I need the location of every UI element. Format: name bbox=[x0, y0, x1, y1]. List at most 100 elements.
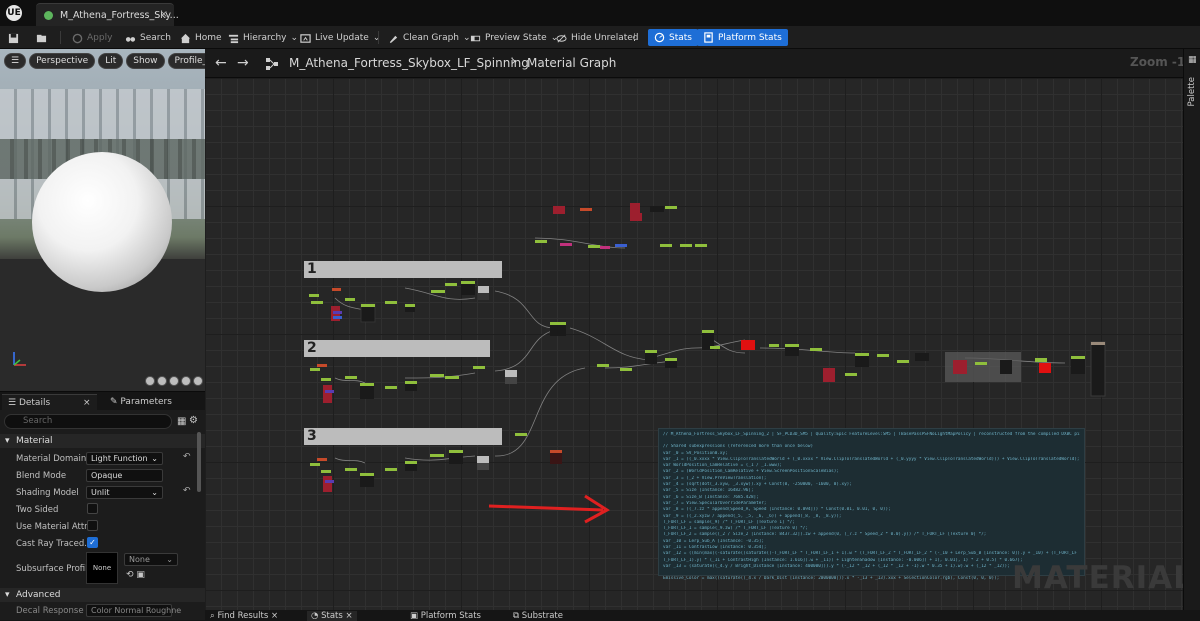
prop-label: Material Domain bbox=[16, 454, 87, 464]
main-toolbar: Apply Search Home Hierarchy ⌄ Live Updat… bbox=[0, 26, 1200, 49]
subsurface-thumbnail[interactable]: None bbox=[86, 552, 118, 584]
hide-unrelated-label: Hide Unrelated bbox=[571, 33, 639, 43]
graph-icon bbox=[266, 58, 278, 70]
search-label: Search bbox=[140, 33, 171, 43]
breadcrumb-graph[interactable]: Material Graph bbox=[527, 56, 616, 70]
preview-state-icon bbox=[470, 35, 481, 41]
use-selected-icon[interactable]: ⟲ ▣ bbox=[126, 570, 145, 580]
profile-button[interactable]: Profile_FN (S bbox=[167, 53, 205, 69]
blend-mode-dropdown[interactable]: Opaque bbox=[86, 469, 163, 482]
material-domain-dropdown[interactable]: Light Function ⌄ bbox=[86, 452, 163, 465]
material-asset-icon bbox=[44, 11, 53, 20]
prop-label: Use Material Attri... bbox=[16, 522, 99, 532]
live-update-icon bbox=[300, 33, 311, 43]
code-line: var _12 = ((min(max((-saturate((saturate… bbox=[663, 551, 1077, 557]
bottom-tab-bar: ⌕ Find Results × ◔ Stats × ▣ Platform St… bbox=[205, 610, 1200, 621]
clean-graph-dropdown[interactable]: Clean Graph ⌄ bbox=[388, 30, 471, 46]
palette-grid-icon[interactable]: ▦ bbox=[1188, 55, 1197, 65]
tab-details[interactable]: ☰ Details × bbox=[2, 394, 97, 410]
hierarchy-icon bbox=[228, 34, 239, 43]
mesh-icon[interactable] bbox=[193, 376, 203, 386]
home-icon bbox=[180, 33, 191, 43]
tab-parameters[interactable]: ✎ Parameters bbox=[104, 394, 178, 410]
perspective-button[interactable]: Perspective bbox=[29, 53, 96, 69]
save-button[interactable] bbox=[8, 30, 19, 46]
search-button[interactable]: Search bbox=[125, 30, 171, 46]
preview-shape-buttons bbox=[145, 376, 203, 386]
material-watermark: MATERIAL bbox=[1012, 560, 1183, 596]
prop-label: Subsurface Profile bbox=[16, 564, 93, 574]
apply-icon bbox=[72, 33, 83, 43]
material-graph-canvas[interactable]: 1 2 3 // M_Athena_Fortress_Skybox_LF_Spi… bbox=[205, 78, 1183, 610]
home-button[interactable]: Home bbox=[180, 30, 222, 46]
stats-icon bbox=[654, 32, 665, 43]
back-arrow-icon[interactable]: ← bbox=[215, 55, 227, 71]
clean-graph-label: Clean Graph bbox=[403, 33, 460, 43]
palette-sidebar[interactable]: ▦ Palette bbox=[1183, 49, 1200, 610]
platform-stats-label: Platform Stats bbox=[718, 32, 782, 43]
palette-tab[interactable]: Palette bbox=[1187, 77, 1197, 106]
breadcrumb-asset[interactable]: M_Athena_Fortress_Skybox_LF_Spinning bbox=[289, 56, 529, 70]
details-panel: ☰ Details × ✎ Parameters Search ▦ ⚙ ▾ Ma… bbox=[0, 391, 205, 620]
stats-label: Stats bbox=[669, 32, 692, 43]
graph-breadcrumb-bar: ← → M_Athena_Fortress_Skybox_LF_Spinning… bbox=[205, 49, 1194, 78]
reset-icon[interactable]: ↶ bbox=[183, 452, 191, 462]
cast-ray-traced-checkbox[interactable]: ✓ bbox=[87, 537, 98, 548]
hide-unrelated-button[interactable]: Hide Unrelated bbox=[556, 30, 639, 46]
cylinder-icon[interactable] bbox=[145, 376, 155, 386]
folder-icon bbox=[36, 34, 47, 42]
decal-response-dropdown[interactable]: Color Normal Roughne bbox=[86, 604, 181, 617]
chevron-down-icon: ⌄ bbox=[372, 33, 381, 43]
home-label: Home bbox=[195, 33, 222, 43]
red-arrow-annotation bbox=[488, 494, 610, 524]
binoculars-icon bbox=[125, 36, 136, 42]
stats-button[interactable]: Stats bbox=[648, 29, 698, 46]
hierarchy-dropdown[interactable]: Hierarchy ⌄ bbox=[228, 30, 298, 46]
prop-label: Cast Ray Traced... bbox=[16, 539, 93, 549]
reset-icon[interactable]: ↶ bbox=[183, 486, 191, 496]
prop-label: Shading Model bbox=[16, 488, 79, 498]
show-button[interactable]: Show bbox=[126, 53, 165, 69]
axis-gizmo-icon bbox=[13, 352, 26, 366]
apply-button[interactable]: Apply bbox=[72, 30, 112, 46]
shading-model-dropdown[interactable]: Unlit ⌄ bbox=[86, 486, 163, 499]
details-search-input[interactable]: Search bbox=[4, 414, 172, 429]
table-view-icon[interactable]: ▦ bbox=[177, 416, 186, 427]
unreal-logo-icon[interactable]: UE bbox=[6, 5, 22, 21]
gear-icon[interactable]: ⚙ bbox=[189, 415, 198, 426]
section-advanced[interactable]: ▾ Advanced bbox=[0, 588, 205, 602]
preview-state-dropdown[interactable]: Preview State ⌄ bbox=[470, 30, 558, 46]
title-bar: UE M_Athena_Fortress_Sky... × bbox=[0, 0, 1200, 26]
live-update-label: Live Update bbox=[315, 33, 369, 43]
prop-label: Blend Mode bbox=[16, 471, 67, 481]
live-update-dropdown[interactable]: Live Update ⌄ bbox=[300, 30, 380, 46]
close-tab-icon[interactable]: × bbox=[160, 9, 168, 20]
chevron-down-icon: ⌄ bbox=[290, 33, 299, 43]
browse-button[interactable] bbox=[36, 30, 47, 46]
breadcrumb-separator-icon: › bbox=[511, 54, 517, 69]
use-material-attributes-checkbox[interactable] bbox=[87, 520, 98, 531]
platform-stats-icon bbox=[704, 32, 713, 43]
section-material[interactable]: ▾ Material bbox=[0, 434, 205, 448]
hierarchy-label: Hierarchy bbox=[243, 33, 287, 43]
details-scrollbar[interactable] bbox=[197, 432, 201, 492]
eye-slash-icon bbox=[556, 34, 567, 42]
document-tab[interactable]: M_Athena_Fortress_Sky... × bbox=[36, 3, 179, 26]
chevron-down-icon: ▾ bbox=[5, 590, 10, 600]
viewport-menu-icon[interactable]: ☰ bbox=[4, 53, 27, 69]
material-preview-viewport[interactable]: ☰ Perspective Lit Show Profile_FN (S bbox=[0, 49, 205, 391]
sphere-icon[interactable] bbox=[157, 376, 167, 386]
plane-icon[interactable] bbox=[169, 376, 179, 386]
platform-stats-button[interactable]: Platform Stats bbox=[697, 29, 788, 46]
subsurface-profile-dropdown[interactable]: None ⌄ bbox=[124, 553, 178, 566]
chevron-down-icon: ▾ bbox=[5, 436, 10, 446]
preview-sphere bbox=[32, 152, 172, 292]
two-sided-checkbox[interactable] bbox=[87, 503, 98, 514]
prop-label: Two Sided bbox=[16, 505, 59, 515]
broom-icon bbox=[389, 35, 398, 43]
lit-button[interactable]: Lit bbox=[98, 53, 124, 69]
more-options-icon[interactable]: ⋮ bbox=[630, 30, 639, 46]
forward-arrow-icon[interactable]: → bbox=[237, 55, 249, 71]
hlsl-code-panel: // M_Athena_Fortress_Skybox_LF_Spinning_… bbox=[658, 428, 1085, 581]
cube-icon[interactable] bbox=[181, 376, 191, 386]
